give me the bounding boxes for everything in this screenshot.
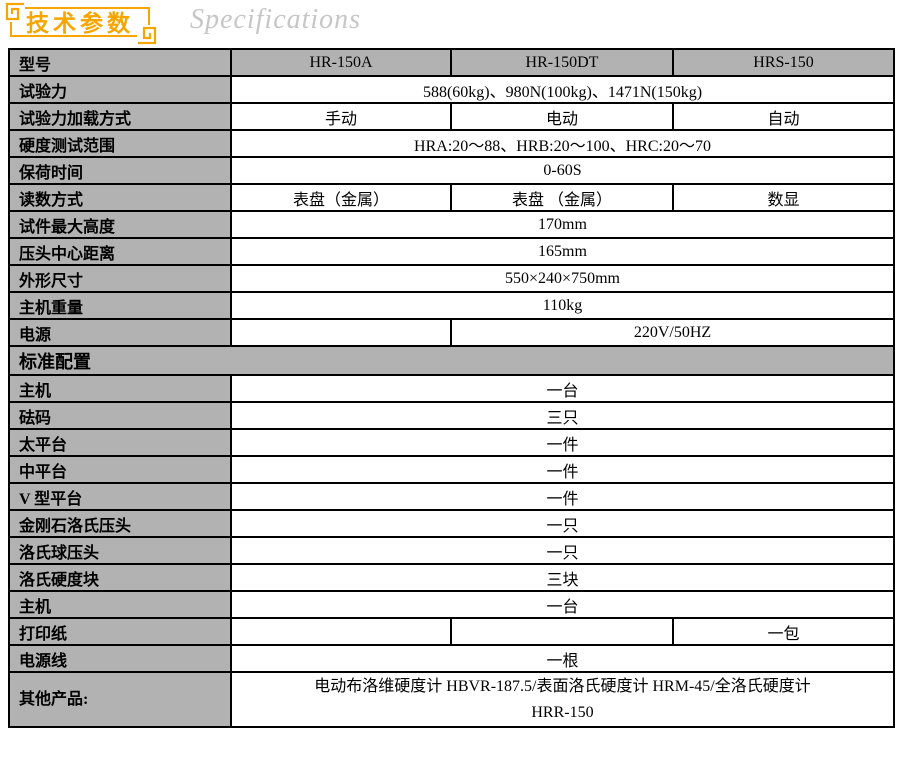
- page-title: 技术参数: [3, 0, 159, 47]
- row-label: 砝码: [8, 401, 232, 430]
- row-label: 试件最大高度: [8, 210, 232, 239]
- table-row: 试件最大高度 170mm: [8, 210, 895, 239]
- page-title-text: 技术参数: [26, 10, 134, 36]
- cell-value: 三只: [230, 401, 895, 430]
- cell-value: HR-150A: [230, 48, 452, 77]
- cell-value: 一根: [230, 644, 895, 673]
- table-row: 主机重量 110kg: [8, 291, 895, 320]
- table-row: V 型平台 一件: [8, 482, 895, 511]
- table-row: 读数方式 表盘（金属） 表盘 （金属） 数显: [8, 183, 895, 212]
- cell-value: 一台: [230, 374, 895, 403]
- cell-value: 电动: [450, 102, 674, 131]
- spec-sheet-page: 技术参数 Specifications 型号 HR-150A HR-150DT …: [0, 0, 900, 771]
- cell-value: 一件: [230, 428, 895, 457]
- cell-value: 手动: [230, 102, 452, 131]
- row-label: 主机: [8, 374, 232, 403]
- row-label: 其他产品:: [8, 671, 232, 728]
- section-header: 标准配置: [8, 345, 895, 376]
- table-row-other-products: 其他产品: 电动布洛维硬度计 HBVR-187.5/表面洛氏硬度计 HRM-45…: [8, 671, 895, 728]
- row-label: 保荷时间: [8, 156, 232, 185]
- cell-value: 一台: [230, 590, 895, 619]
- table-row: 金刚石洛氏压头 一只: [8, 509, 895, 538]
- cell-value: HRA:20～88、HRB:20～100、HRC:20～70: [230, 129, 895, 158]
- row-label: 试验力: [8, 75, 232, 104]
- table-row: 压头中心距离 165mm: [8, 237, 895, 266]
- table-row: 太平台 一件: [8, 428, 895, 457]
- row-label: 洛氏硬度块: [8, 563, 232, 592]
- row-label: 电源: [8, 318, 232, 347]
- table-row-printer-paper: 打印纸 一包: [8, 617, 895, 646]
- table-row: 主机 一台: [8, 590, 895, 619]
- row-label: 硬度测试范围: [8, 129, 232, 158]
- table-row: 保荷时间 0-60S: [8, 156, 895, 185]
- row-label: 金刚石洛氏压头: [8, 509, 232, 538]
- table-row: 洛氏硬度块 三块: [8, 563, 895, 592]
- row-label: 主机: [8, 590, 232, 619]
- table-row: 硬度测试范围 HRA:20～88、HRB:20～100、HRC:20～70: [8, 129, 895, 158]
- table-row: 砝码 三只: [8, 401, 895, 430]
- table-row: 试验力加载方式 手动 电动 自动: [8, 102, 895, 131]
- row-label: V 型平台: [8, 482, 232, 511]
- row-label: 试验力加载方式: [8, 102, 232, 131]
- table-row: 洛氏球压头 一只: [8, 536, 895, 565]
- cell-value: 表盘（金属）: [230, 183, 452, 212]
- row-label: 洛氏球压头: [8, 536, 232, 565]
- cell-value: 588(60kg)、980N(100kg)、1471N(150kg): [230, 75, 895, 104]
- cell-empty: [450, 617, 674, 646]
- cell-value: 550×240×750mm: [230, 264, 895, 293]
- table-row: 电源线 一根: [8, 644, 895, 673]
- row-label: 电源线: [8, 644, 232, 673]
- cell-value: 一只: [230, 509, 895, 538]
- spec-table: 型号 HR-150A HR-150DT HRS-150 试验力 588(60kg…: [8, 48, 895, 728]
- cell-value: 一只: [230, 536, 895, 565]
- cell-value: 数显: [672, 183, 895, 212]
- table-row: 外形尺寸 550×240×750mm: [8, 264, 895, 293]
- cell-value: 一包: [672, 617, 895, 646]
- row-label: 读数方式: [8, 183, 232, 212]
- table-row: 中平台 一件: [8, 455, 895, 484]
- fret-decoration-icon: [3, 0, 25, 22]
- table-row-model: 型号 HR-150A HR-150DT HRS-150: [8, 48, 895, 77]
- cell-value: HRS-150: [672, 48, 895, 77]
- fret-decoration-icon: [137, 25, 159, 47]
- row-label: 主机重量: [8, 291, 232, 320]
- page-subtitle: Specifications: [190, 4, 362, 35]
- row-label: 型号: [8, 48, 232, 77]
- cell-value: 0-60S: [230, 156, 895, 185]
- table-section-row: 标准配置: [8, 345, 895, 376]
- cell-value: 165mm: [230, 237, 895, 266]
- cell-value: HR-150DT: [450, 48, 674, 77]
- table-row: 主机 一台: [8, 374, 895, 403]
- row-label: 中平台: [8, 455, 232, 484]
- page-header: 技术参数 Specifications: [0, 0, 900, 48]
- table-row: 试验力 588(60kg)、980N(100kg)、1471N(150kg): [8, 75, 895, 104]
- cell-value: 电动布洛维硬度计 HBVR-187.5/表面洛氏硬度计 HRM-45/全洛氏硬度…: [230, 671, 895, 728]
- cell-empty: [230, 617, 452, 646]
- cell-value: 自动: [672, 102, 895, 131]
- cell-value: 表盘 （金属）: [450, 183, 674, 212]
- table-row-power: 电源 220V/50HZ: [8, 318, 895, 347]
- cell-value: 110kg: [230, 291, 895, 320]
- cell-value: 一件: [230, 482, 895, 511]
- cell-value: 220V/50HZ: [450, 318, 895, 347]
- row-label: 外形尺寸: [8, 264, 232, 293]
- row-label: 太平台: [8, 428, 232, 457]
- cell-value: 一件: [230, 455, 895, 484]
- cell-value: 三块: [230, 563, 895, 592]
- cell-empty: [230, 318, 452, 347]
- row-label: 压头中心距离: [8, 237, 232, 266]
- row-label: 打印纸: [8, 617, 232, 646]
- cell-value: 170mm: [230, 210, 895, 239]
